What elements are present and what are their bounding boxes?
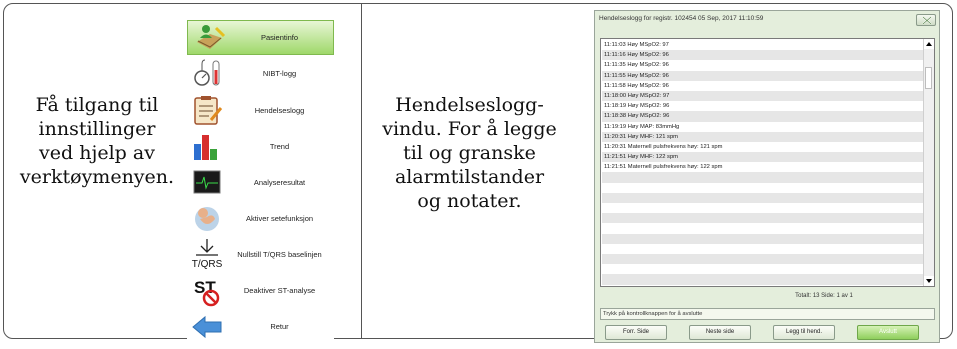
menu-item-label: Retur: [270, 322, 289, 331]
list-item[interactable]: 11:21:51 Høy MHF: 122 spm: [602, 152, 924, 163]
empty-row: [602, 213, 924, 224]
menu-item-return[interactable]: Retur: [187, 309, 334, 344]
scroll-down-button[interactable]: [924, 276, 934, 286]
list-item[interactable]: 11:19:19 Høy MAP: 83mmHg: [602, 122, 924, 132]
menu-item-event-log[interactable]: Hendelseslogg: [187, 93, 334, 128]
next-page-button[interactable]: Neste side: [689, 325, 751, 340]
menu-item-label: Nullstill T/QRS baselinjen: [237, 250, 322, 259]
scroll-thumb[interactable]: [925, 67, 932, 89]
menu-item-label: Trend: [269, 142, 290, 151]
menu-item-analysis-result[interactable]: Analyseresultat: [187, 165, 334, 200]
list-item[interactable]: 11:11:35 Høy MSpO2: 96: [602, 60, 924, 70]
prev-page-button[interactable]: Forr. Side: [605, 325, 667, 340]
event-list[interactable]: 11:11:03 Høy MSpO2: 97 11:11:16 Høy MSpO…: [600, 38, 935, 287]
menu-item-label: NIBT-logg: [262, 69, 297, 78]
tool-menu: Pasientinfo NIBT-logg Hendelseslogg Tren…: [187, 17, 334, 339]
event-rows: 11:11:03 Høy MSpO2: 97 11:11:16 Høy MSpO…: [602, 40, 924, 285]
panel-divider: [361, 3, 362, 339]
scroll-up-button[interactable]: [924, 39, 934, 49]
total-count: Totalt: 13 Side: 1 av 1: [795, 293, 853, 299]
list-item[interactable]: 11:21:51 Maternell pulsfrekvens høy: 122…: [602, 162, 924, 172]
empty-row: [602, 172, 924, 183]
list-item[interactable]: 11:20:31 Maternell pulsfrekvens høy: 121…: [602, 142, 924, 152]
menu-item-label: Pasientinfo: [260, 33, 299, 42]
event-log-icon: [187, 93, 229, 128]
empty-row: [602, 264, 924, 274]
empty-row: [602, 244, 924, 254]
list-item[interactable]: 11:11:03 Høy MSpO2: 97: [602, 40, 924, 50]
triangle-up-icon: [926, 42, 932, 46]
scrollbar[interactable]: [923, 39, 934, 286]
dialog-close-button[interactable]: [916, 14, 936, 26]
menu-item-nibt-log[interactable]: NIBT-logg: [187, 56, 334, 91]
exit-button[interactable]: Avslutt: [857, 325, 919, 340]
fetus-icon: [187, 201, 229, 236]
empty-row: [602, 274, 924, 285]
menu-item-label: Hendelseslogg: [254, 106, 305, 115]
menu-item-reset-baseline[interactable]: T/QRS Nullstill T/QRS baselinjen: [187, 237, 334, 272]
bar-chart-icon: [187, 129, 229, 164]
ecg-monitor-icon: [187, 165, 229, 200]
empty-row: [602, 183, 924, 193]
empty-row: [602, 223, 924, 233]
menu-item-label: Deaktiver ST-analyse: [243, 286, 316, 295]
list-item[interactable]: 11:20:31 Høy MHF: 121 spm: [602, 131, 924, 142]
patient-info-icon: [188, 20, 230, 55]
menu-item-trend[interactable]: Trend: [187, 129, 334, 164]
hint-bar: Trykk på kontrollknappen for å avslutte: [600, 308, 935, 320]
blood-pressure-icon: [187, 56, 229, 91]
right-caption: Hendelseslogg- vindu. For å legge til og…: [382, 94, 557, 212]
empty-row: [602, 192, 924, 203]
menu-item-breech-mode[interactable]: Aktiver setefunksjon: [187, 201, 334, 236]
empty-row: [602, 253, 924, 265]
list-item[interactable]: 11:18:00 Høy MSpO2: 97: [602, 90, 924, 102]
dialog-title: Hendelseslogg for registr. 102454 05 Sep…: [599, 15, 764, 22]
list-item[interactable]: 11:11:55 Høy MSpO2: 96: [602, 70, 924, 81]
empty-row: [602, 233, 924, 244]
left-caption: Få tilgang til innstillinger ved hjelp a…: [19, 94, 175, 188]
menu-item-patient-info[interactable]: Pasientinfo: [187, 20, 334, 55]
add-event-button[interactable]: Legg til hend.: [773, 325, 835, 340]
menu-item-label: Analyseresultat: [253, 178, 306, 187]
list-item[interactable]: 11:11:16 Høy MSpO2: 96: [602, 50, 924, 61]
icon-text: T/QRS: [192, 259, 223, 270]
st-disable-icon: ST: [187, 273, 229, 308]
list-item[interactable]: 11:11:58 Høy MSpO2: 96: [602, 81, 924, 91]
back-arrow-icon: [187, 309, 229, 344]
close-icon: [922, 16, 932, 25]
empty-row: [602, 203, 924, 213]
list-item[interactable]: 11:18:38 Høy MSpO2: 96: [602, 111, 924, 122]
event-log-dialog: Hendelseslogg for registr. 102454 05 Sep…: [594, 10, 940, 343]
list-item[interactable]: 11:18:19 Høy MSpO2: 96: [602, 101, 924, 111]
menu-item-label: Aktiver setefunksjon: [245, 214, 314, 223]
triangle-down-icon: [926, 279, 932, 283]
reset-baseline-icon: T/QRS: [187, 237, 229, 272]
menu-item-disable-st[interactable]: ST Deaktiver ST-analyse: [187, 273, 334, 308]
